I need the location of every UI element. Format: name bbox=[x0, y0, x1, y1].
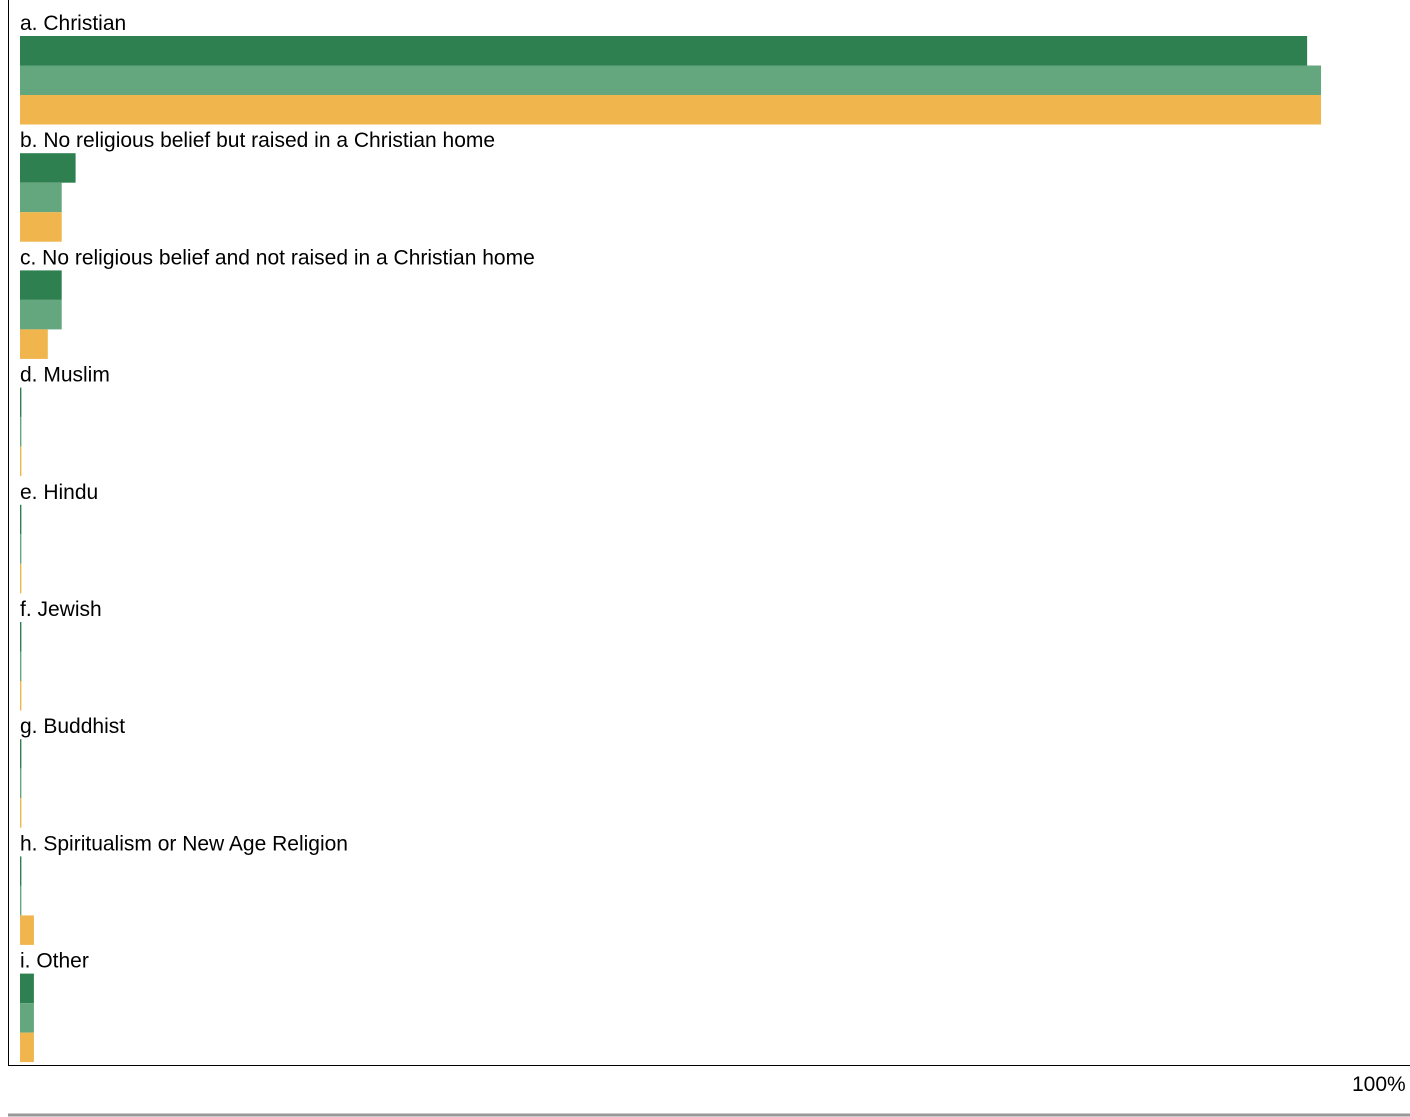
bar-series-2 bbox=[20, 417, 22, 447]
bars-layer bbox=[20, 36, 1322, 1063]
bar-series-2 bbox=[20, 768, 22, 799]
category-label: i. Other bbox=[20, 950, 89, 973]
bar-series-2 bbox=[20, 885, 22, 916]
bar-series-3 bbox=[20, 329, 48, 359]
category-label: f. Jewish bbox=[20, 598, 102, 621]
bar-series-1 bbox=[20, 504, 22, 535]
bar-series-1 bbox=[20, 622, 22, 652]
bar-series-2 bbox=[20, 1003, 34, 1033]
category-label: a. Christian bbox=[20, 12, 126, 35]
religion-bar-chart: a. Christian b. No religious belief but r… bbox=[8, 0, 1410, 1117]
category-label: c. No religious belief and not raised in… bbox=[20, 246, 535, 269]
bar-series-1 bbox=[20, 973, 34, 1004]
x-tick-label-max: 100% bbox=[1352, 1073, 1406, 1096]
bar-series-2 bbox=[20, 651, 22, 681]
bar-series-1 bbox=[20, 153, 76, 183]
bar-series-2 bbox=[20, 182, 62, 213]
bar-series-3 bbox=[20, 212, 62, 242]
bar-series-3 bbox=[20, 681, 22, 711]
bar-series-2 bbox=[20, 299, 62, 330]
bar-series-3 bbox=[20, 563, 22, 594]
bar-series-1 bbox=[20, 36, 1308, 66]
category-label: h. Spiritualism or New Age Religion bbox=[20, 832, 348, 855]
bar-series-3 bbox=[20, 95, 1322, 125]
bar-series-2 bbox=[20, 534, 22, 564]
bar-series-3 bbox=[20, 915, 34, 945]
bar-series-1 bbox=[20, 387, 22, 418]
bar-series-2 bbox=[20, 65, 1322, 95]
category-labels: a. Christian b. No religious belief but r… bbox=[20, 12, 535, 973]
category-label: e. Hindu bbox=[20, 481, 98, 504]
bar-series-1 bbox=[20, 270, 62, 300]
category-label: b. No religious belief but raised in a C… bbox=[20, 129, 495, 152]
bar-series-3 bbox=[20, 446, 22, 477]
category-label: d. Muslim bbox=[20, 364, 110, 387]
bar-series-1 bbox=[20, 856, 22, 886]
bar-series-1 bbox=[20, 739, 22, 769]
bar-series-3 bbox=[20, 798, 22, 828]
bar-series-3 bbox=[20, 1032, 34, 1063]
category-label: g. Buddhist bbox=[20, 715, 125, 738]
